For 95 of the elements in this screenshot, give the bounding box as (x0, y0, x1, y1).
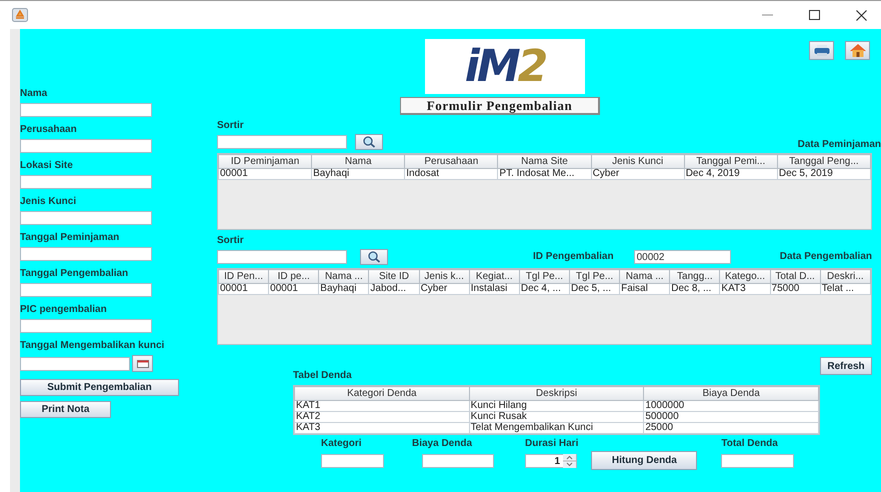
text-field[interactable] (20, 283, 152, 297)
column-header[interactable]: Nama (312, 154, 405, 168)
table-cell: Indosat (404, 168, 498, 180)
column-header[interactable]: Tanggal Peng... (777, 154, 870, 168)
column-header[interactable]: Nama ... (620, 270, 670, 284)
column-header[interactable]: Biaya Denda (644, 386, 818, 400)
table-cell: Dec 5, 2019 (777, 168, 870, 180)
sort-label: Sortir (217, 120, 245, 132)
text-field[interactable] (20, 319, 152, 333)
field-label: Lokasi Site (20, 160, 74, 172)
id-label: ID Pengembalian (533, 251, 614, 263)
home-button[interactable] (845, 41, 870, 60)
column-header[interactable]: Kategori Denda (294, 386, 470, 400)
calculate-button[interactable]: Hitung Denda (591, 451, 698, 470)
column-header[interactable]: Total D... (770, 270, 820, 284)
field-label: Biaya Denda (412, 438, 472, 450)
fine-field[interactable] (422, 454, 494, 468)
column-header[interactable]: Tgl Pe... (519, 270, 570, 284)
column-header[interactable]: Deskripsi (469, 386, 644, 400)
print-button[interactable] (809, 41, 834, 60)
table-cell: 00001 (218, 168, 312, 180)
field-label: Tanggal Peminjaman (20, 232, 120, 244)
column-header[interactable]: ID pe... (268, 270, 319, 284)
field-label: PIC pengembalian (20, 304, 108, 316)
id-field[interactable]: 00002 (634, 250, 731, 264)
field-label: Total Denda (721, 438, 778, 450)
field-label: Jenis Kunci (20, 196, 78, 208)
maximize-icon[interactable] (809, 10, 820, 20)
column-header[interactable]: Tangg... (670, 270, 720, 284)
search-field[interactable] (217, 250, 347, 264)
search-icon (362, 136, 376, 148)
table-cell: 25000 (644, 422, 818, 434)
field-label: Durasi Hari (525, 438, 578, 450)
app-icon (12, 8, 28, 22)
column-header[interactable]: Tanggal Pemi... (684, 154, 778, 168)
column-header[interactable]: Jenis k... (419, 270, 470, 284)
table-cell: KAT1 (294, 400, 470, 412)
table-cell: 500000 (644, 412, 818, 422)
form-title: Formulir Pengembalian (400, 97, 600, 115)
section-heading: Data Pengembalian (780, 251, 872, 263)
house-icon (850, 44, 866, 57)
column-header[interactable]: Kegiat... (469, 270, 520, 284)
total-field[interactable] (721, 454, 794, 468)
spinner-arrows-icon[interactable] (563, 454, 576, 468)
field-label: Tanggal Mengembalikan kunci (20, 340, 166, 352)
refresh-button[interactable]: Refresh (820, 357, 872, 375)
search-button[interactable] (355, 134, 383, 150)
column-header[interactable]: Site ID (368, 270, 420, 284)
close-icon[interactable] (856, 10, 867, 20)
category-field[interactable] (321, 454, 384, 468)
field-label: Kategori (321, 438, 362, 450)
field-label: Nama (20, 88, 48, 100)
table-cell: 00001 (218, 284, 269, 294)
search-button[interactable] (360, 249, 388, 265)
column-header[interactable]: Katego... (720, 270, 770, 284)
column-header[interactable]: Nama ... (318, 270, 369, 284)
text-field[interactable] (20, 139, 152, 153)
search-field[interactable] (217, 135, 347, 149)
column-header[interactable]: Deskri... (820, 270, 870, 284)
printer-icon (814, 45, 830, 56)
table-title: Tabel Denda (293, 370, 353, 382)
column-header[interactable]: ID Pen... (218, 270, 269, 284)
table-cell: Kunci Rusak (469, 412, 644, 422)
table-cell: 1000000 (644, 400, 818, 412)
calendar-button[interactable] (132, 355, 153, 372)
text-field[interactable] (20, 211, 152, 225)
table-cell: Bayhaqi (312, 168, 405, 180)
minimize-icon[interactable] (762, 14, 773, 16)
field-label: Tanggal Pengembalian (20, 268, 130, 280)
column-header[interactable]: Tgl Pe... (569, 270, 620, 284)
table-cell: Telat Mengembalikan Kunci (469, 422, 644, 434)
column-header[interactable]: ID Peminjaman (218, 154, 312, 168)
table-cell: KAT3 (294, 422, 470, 434)
column-header[interactable]: Jenis Kunci (591, 154, 684, 168)
field-label: Perusahaan (20, 124, 78, 136)
section-heading: Data Peminjaman (798, 139, 881, 151)
table-cell: Cyber (591, 168, 684, 180)
text-field[interactable] (20, 247, 152, 261)
table-cell: Kunci Hilang (469, 400, 644, 412)
calendar-icon (136, 360, 148, 368)
duration-spinner[interactable]: 1 (525, 454, 577, 468)
table-cell: Dec 4, 2019 (684, 168, 778, 180)
text-field[interactable] (20, 175, 152, 189)
table-cell: Bayhaqi (318, 284, 369, 294)
form-button[interactable]: Print Nota (20, 401, 111, 418)
logo: iM2 (425, 39, 585, 94)
table-cell: PT. Indosat Me... (498, 168, 592, 180)
column-header[interactable]: Nama Site (498, 154, 592, 168)
column-header[interactable]: Perusahaan (404, 154, 498, 168)
date-field[interactable] (20, 356, 130, 370)
sort-label: Sortir (217, 235, 245, 247)
table-cell: KAT2 (294, 412, 470, 422)
form-button[interactable]: Submit Pengembalian (20, 379, 179, 396)
text-field[interactable] (20, 103, 152, 117)
search-icon (367, 251, 381, 263)
